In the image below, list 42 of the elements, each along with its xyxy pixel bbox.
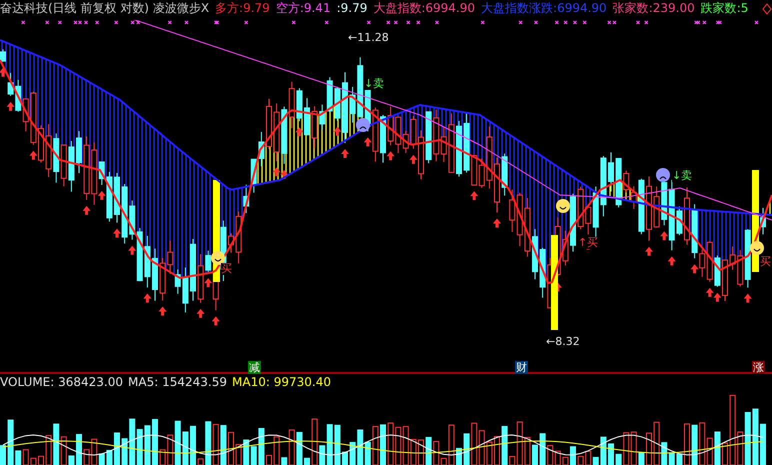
up-arrow-icon xyxy=(744,294,752,303)
event-marker: 减 xyxy=(248,361,261,374)
ma10-reading: MA10: 99730.40 xyxy=(232,374,331,390)
buy-signal-label: 买 xyxy=(221,263,232,275)
high-price-label: ←11.28 xyxy=(348,32,389,44)
up-arrow-icon xyxy=(295,127,304,136)
buy-signal-label: ↑买 xyxy=(578,237,598,249)
up-arrow-icon xyxy=(341,149,349,158)
indicator-value: 大盘指数涨跌:6994.90 xyxy=(481,0,607,16)
indicator-value: 大盘指数:6994.90 xyxy=(373,0,476,16)
indicator-value: 张家数:239.00 xyxy=(612,0,695,16)
sad-face-icon xyxy=(656,168,670,182)
up-arrow-icon xyxy=(204,278,212,288)
sell-signal-label: ↓卖 xyxy=(672,170,692,182)
sad-face-icon xyxy=(356,118,370,132)
buy-signal-label: 买 xyxy=(760,256,771,268)
up-arrow-icon xyxy=(386,151,395,160)
event-marker: 涨 xyxy=(752,361,765,374)
smiley-icon xyxy=(556,199,570,213)
up-arrow-icon xyxy=(0,68,7,77)
up-arrow-icon xyxy=(333,126,342,136)
up-arrow-icon xyxy=(690,264,699,274)
sell-signal-label: ↓卖 xyxy=(364,78,384,90)
ma5-reading: MA5: 154243.59 xyxy=(128,374,228,390)
up-arrow-icon xyxy=(470,191,478,200)
up-arrow-icon xyxy=(668,256,676,266)
indicator-value: 多方:9.79 xyxy=(215,0,270,16)
event-marker: 财 xyxy=(515,361,528,374)
indicator-value: 空方:9.41 xyxy=(276,0,331,16)
up-arrow-icon xyxy=(409,154,418,164)
up-arrow-icon xyxy=(29,150,38,160)
chart-title: 奋达科技(日线 前复权 对数) 凌波微步X xyxy=(0,0,210,16)
smiley-icon xyxy=(750,241,764,255)
diamond-icon xyxy=(762,3,772,15)
volume-reading: VOLUME: 368423.00 xyxy=(0,374,124,390)
indicator-value: 跌家数:5 xyxy=(700,0,748,16)
up-arrow-icon xyxy=(364,137,372,146)
up-arrow-icon xyxy=(493,218,501,228)
indicator-value: :9.79 xyxy=(336,0,368,16)
up-arrow-icon xyxy=(6,102,15,111)
low-price-label: ←8.32 xyxy=(546,336,580,348)
smiley-icon xyxy=(211,251,225,265)
